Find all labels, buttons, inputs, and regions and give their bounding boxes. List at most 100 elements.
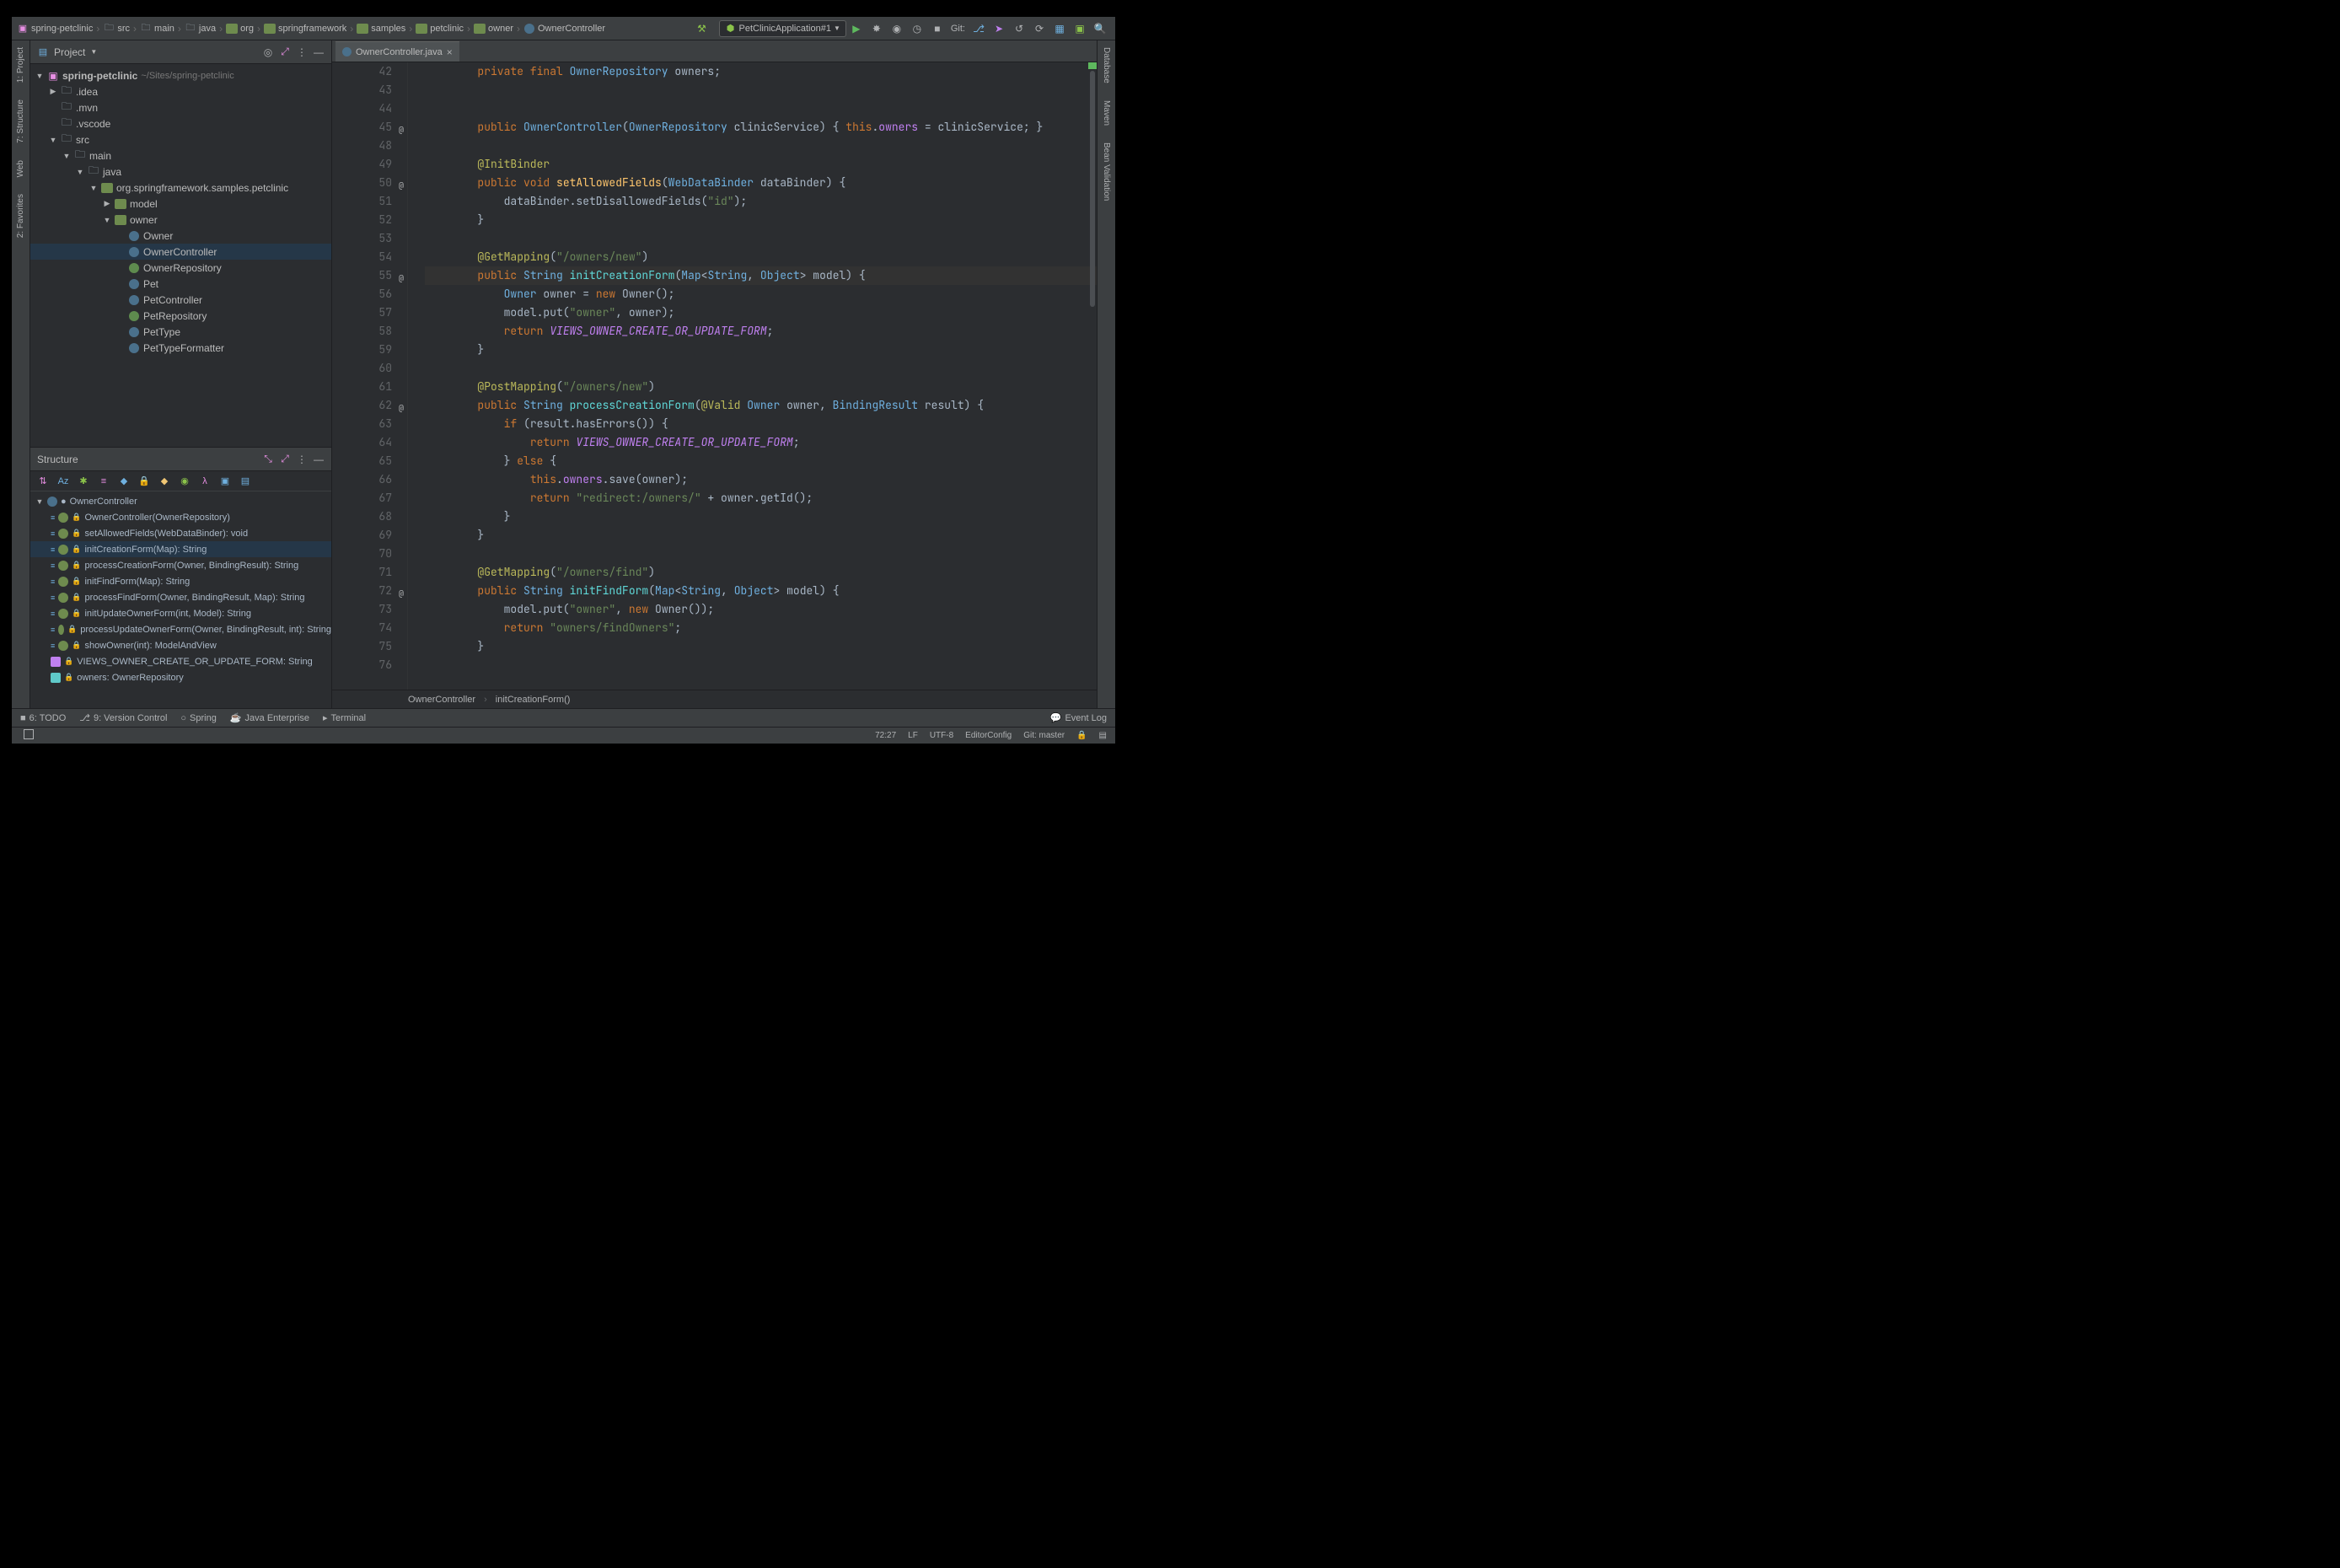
- git-branch[interactable]: Git: master: [1023, 731, 1065, 740]
- code-line[interactable]: public String initCreationForm(Map<Strin…: [425, 266, 1097, 285]
- breadcrumb-item[interactable]: 🗀main: [140, 23, 174, 35]
- code-line[interactable]: @PostMapping("/owners/new"): [425, 378, 1097, 396]
- settings-icon[interactable]: ⋮: [296, 46, 308, 58]
- structure-class[interactable]: ▼ ● OwnerController: [30, 493, 331, 509]
- box2-icon[interactable]: ▤: [239, 475, 251, 487]
- tree-node[interactable]: ▼🗀java: [30, 164, 331, 180]
- code-line[interactable]: }: [425, 341, 1097, 359]
- breadcrumb-item[interactable]: ▣spring-petclinic: [17, 23, 93, 35]
- code-line[interactable]: if (result.hasErrors()) {: [425, 415, 1097, 433]
- bottom-tool-button[interactable]: ☕Java Enterprise: [230, 712, 309, 723]
- structure-member[interactable]: ≡🔒showOwner(int): ModelAndView: [30, 637, 331, 653]
- bottom-tool-button[interactable]: ○Spring: [180, 713, 216, 723]
- tool-window-button[interactable]: Web: [16, 160, 25, 177]
- code-line[interactable]: }: [425, 637, 1097, 656]
- tree-node[interactable]: ▼org.springframework.samples.petclinic: [30, 180, 331, 196]
- history-icon[interactable]: ⟳: [1033, 22, 1046, 35]
- project-tree[interactable]: ▼ ▣ spring-petclinic ~/Sites/spring-petc…: [30, 64, 331, 447]
- structure-member[interactable]: 🔒owners: OwnerRepository: [30, 669, 331, 685]
- gutter-icon[interactable]: @: [399, 399, 404, 417]
- run-config-selector[interactable]: ⬢ PetClinicApplication#1 ▼: [719, 20, 846, 37]
- bottom-tool-button[interactable]: ⎇9: Version Control: [79, 712, 167, 723]
- breadcrumb-item[interactable]: org: [226, 23, 254, 35]
- hammer-icon[interactable]: ⚒: [695, 22, 709, 35]
- debug-icon[interactable]: ✸: [870, 22, 883, 35]
- breadcrumb-item[interactable]: owner: [474, 23, 513, 35]
- tree-node[interactable]: Owner: [30, 228, 331, 244]
- minimize-icon[interactable]: —: [313, 46, 325, 58]
- code-line[interactable]: this.owners.save(owner);: [425, 470, 1097, 489]
- tree-node[interactable]: ▼owner: [30, 212, 331, 228]
- event-log-button[interactable]: 💬Event Log: [1050, 712, 1107, 723]
- code-line[interactable]: [425, 545, 1097, 563]
- filter-icon[interactable]: ✱: [78, 475, 89, 487]
- az-icon[interactable]: Aᴢ: [57, 475, 69, 487]
- code-line[interactable]: Owner owner = new Owner();: [425, 285, 1097, 303]
- tree-node[interactable]: ▼🗀main: [30, 148, 331, 164]
- code-line[interactable]: @GetMapping("/owners/new"): [425, 248, 1097, 266]
- code-line[interactable]: public OwnerController(OwnerRepository c…: [425, 118, 1097, 137]
- code-line[interactable]: return VIEWS_OWNER_CREATE_OR_UPDATE_FORM…: [425, 433, 1097, 452]
- tree-node[interactable]: PetTypeFormatter: [30, 340, 331, 356]
- structure-member[interactable]: ≡🔒initFindForm(Map): String: [30, 573, 331, 589]
- structure-member[interactable]: 🔒VIEWS_OWNER_CREATE_OR_UPDATE_FORM: Stri…: [30, 653, 331, 669]
- structure-member[interactable]: ≡🔒processFindForm(Owner, BindingResult, …: [30, 589, 331, 605]
- code-line[interactable]: }: [425, 507, 1097, 526]
- gutter-icon[interactable]: @: [399, 176, 404, 195]
- tab-owner-controller[interactable]: OwnerController.java ×: [335, 41, 459, 62]
- editor-breadcrumb[interactable]: OwnerController › initCreationForm(): [332, 690, 1097, 708]
- code-line[interactable]: [425, 81, 1097, 99]
- terminal-icon[interactable]: ▣: [1073, 22, 1087, 35]
- breadcrumb-item[interactable]: 🗀src: [103, 23, 130, 35]
- tree-node[interactable]: ▶model: [30, 196, 331, 212]
- gutter[interactable]: 42434445@484950@5152535455@5657585960616…: [332, 62, 408, 690]
- structure-member[interactable]: ≡🔒setAllowedFields(WebDataBinder): void: [30, 525, 331, 541]
- gutter-icon[interactable]: @: [399, 121, 404, 139]
- structure-member[interactable]: ≡🔒initCreationForm(Map): String: [30, 541, 331, 557]
- tool-windows-icon[interactable]: [24, 729, 34, 739]
- breadcrumb-item[interactable]: springframework: [264, 23, 346, 35]
- scrollbar[interactable]: [1088, 62, 1097, 690]
- code-line[interactable]: [425, 229, 1097, 248]
- coverage-icon[interactable]: ◉: [890, 22, 904, 35]
- chevron-down-icon[interactable]: ▼: [90, 48, 97, 56]
- code-line[interactable]: @GetMapping("/owners/find"): [425, 563, 1097, 582]
- bottom-tool-button[interactable]: ▸Terminal: [323, 712, 366, 723]
- tree-node[interactable]: ▶🗀.idea: [30, 83, 331, 99]
- update-icon[interactable]: ➤: [992, 22, 1006, 35]
- lock-icon[interactable]: 🔒: [138, 475, 150, 487]
- tree-node[interactable]: PetType: [30, 324, 331, 340]
- structure-member[interactable]: ≡🔒processCreationForm(Owner, BindingResu…: [30, 557, 331, 573]
- run-icon[interactable]: ▶: [850, 22, 863, 35]
- tool-window-button[interactable]: Maven: [1102, 100, 1111, 126]
- code-line[interactable]: model.put("owner", owner);: [425, 303, 1097, 322]
- lambda-icon[interactable]: λ: [199, 475, 211, 487]
- tool-window-button[interactable]: 1: Project: [16, 47, 25, 83]
- tool-window-button[interactable]: Database: [1102, 47, 1111, 83]
- revert-icon[interactable]: ↺: [1012, 22, 1026, 35]
- profiler-icon[interactable]: ◷: [910, 22, 924, 35]
- code-line[interactable]: [425, 359, 1097, 378]
- encoding[interactable]: UTF-8: [930, 731, 953, 740]
- branch-icon[interactable]: ⎇: [972, 22, 985, 35]
- tool-window-button[interactable]: 7: Structure: [16, 99, 25, 143]
- code-line[interactable]: dataBinder.setDisallowedFields("id");: [425, 192, 1097, 211]
- tree-node[interactable]: OwnerController: [30, 244, 331, 260]
- line-separator[interactable]: LF: [908, 731, 918, 740]
- gutter-icon[interactable]: @: [399, 269, 404, 287]
- tag-icon[interactable]: ◆: [118, 475, 130, 487]
- search-icon[interactable]: 🔍: [1093, 22, 1107, 35]
- tree-node[interactable]: PetRepository: [30, 308, 331, 324]
- lock-icon[interactable]: 🔒: [1076, 731, 1087, 740]
- structure-member[interactable]: ≡🔒processUpdateOwnerForm(Owner, BindingR…: [30, 621, 331, 637]
- bottom-tool-button[interactable]: ■6: TODO: [20, 713, 66, 723]
- structure-tree[interactable]: ▼ ● OwnerController ≡🔒OwnerController(Ow…: [30, 491, 331, 708]
- expand-icon[interactable]: ⤡: [262, 454, 274, 465]
- code-line[interactable]: [425, 99, 1097, 118]
- code-line[interactable]: } else {: [425, 452, 1097, 470]
- tree-node[interactable]: ▼🗀src: [30, 132, 331, 148]
- stop-icon[interactable]: ■: [931, 22, 944, 35]
- minimize-icon[interactable]: —: [313, 454, 325, 465]
- tree-node[interactable]: 🗀.mvn: [30, 99, 331, 115]
- server-icon[interactable]: ▤: [1099, 731, 1107, 740]
